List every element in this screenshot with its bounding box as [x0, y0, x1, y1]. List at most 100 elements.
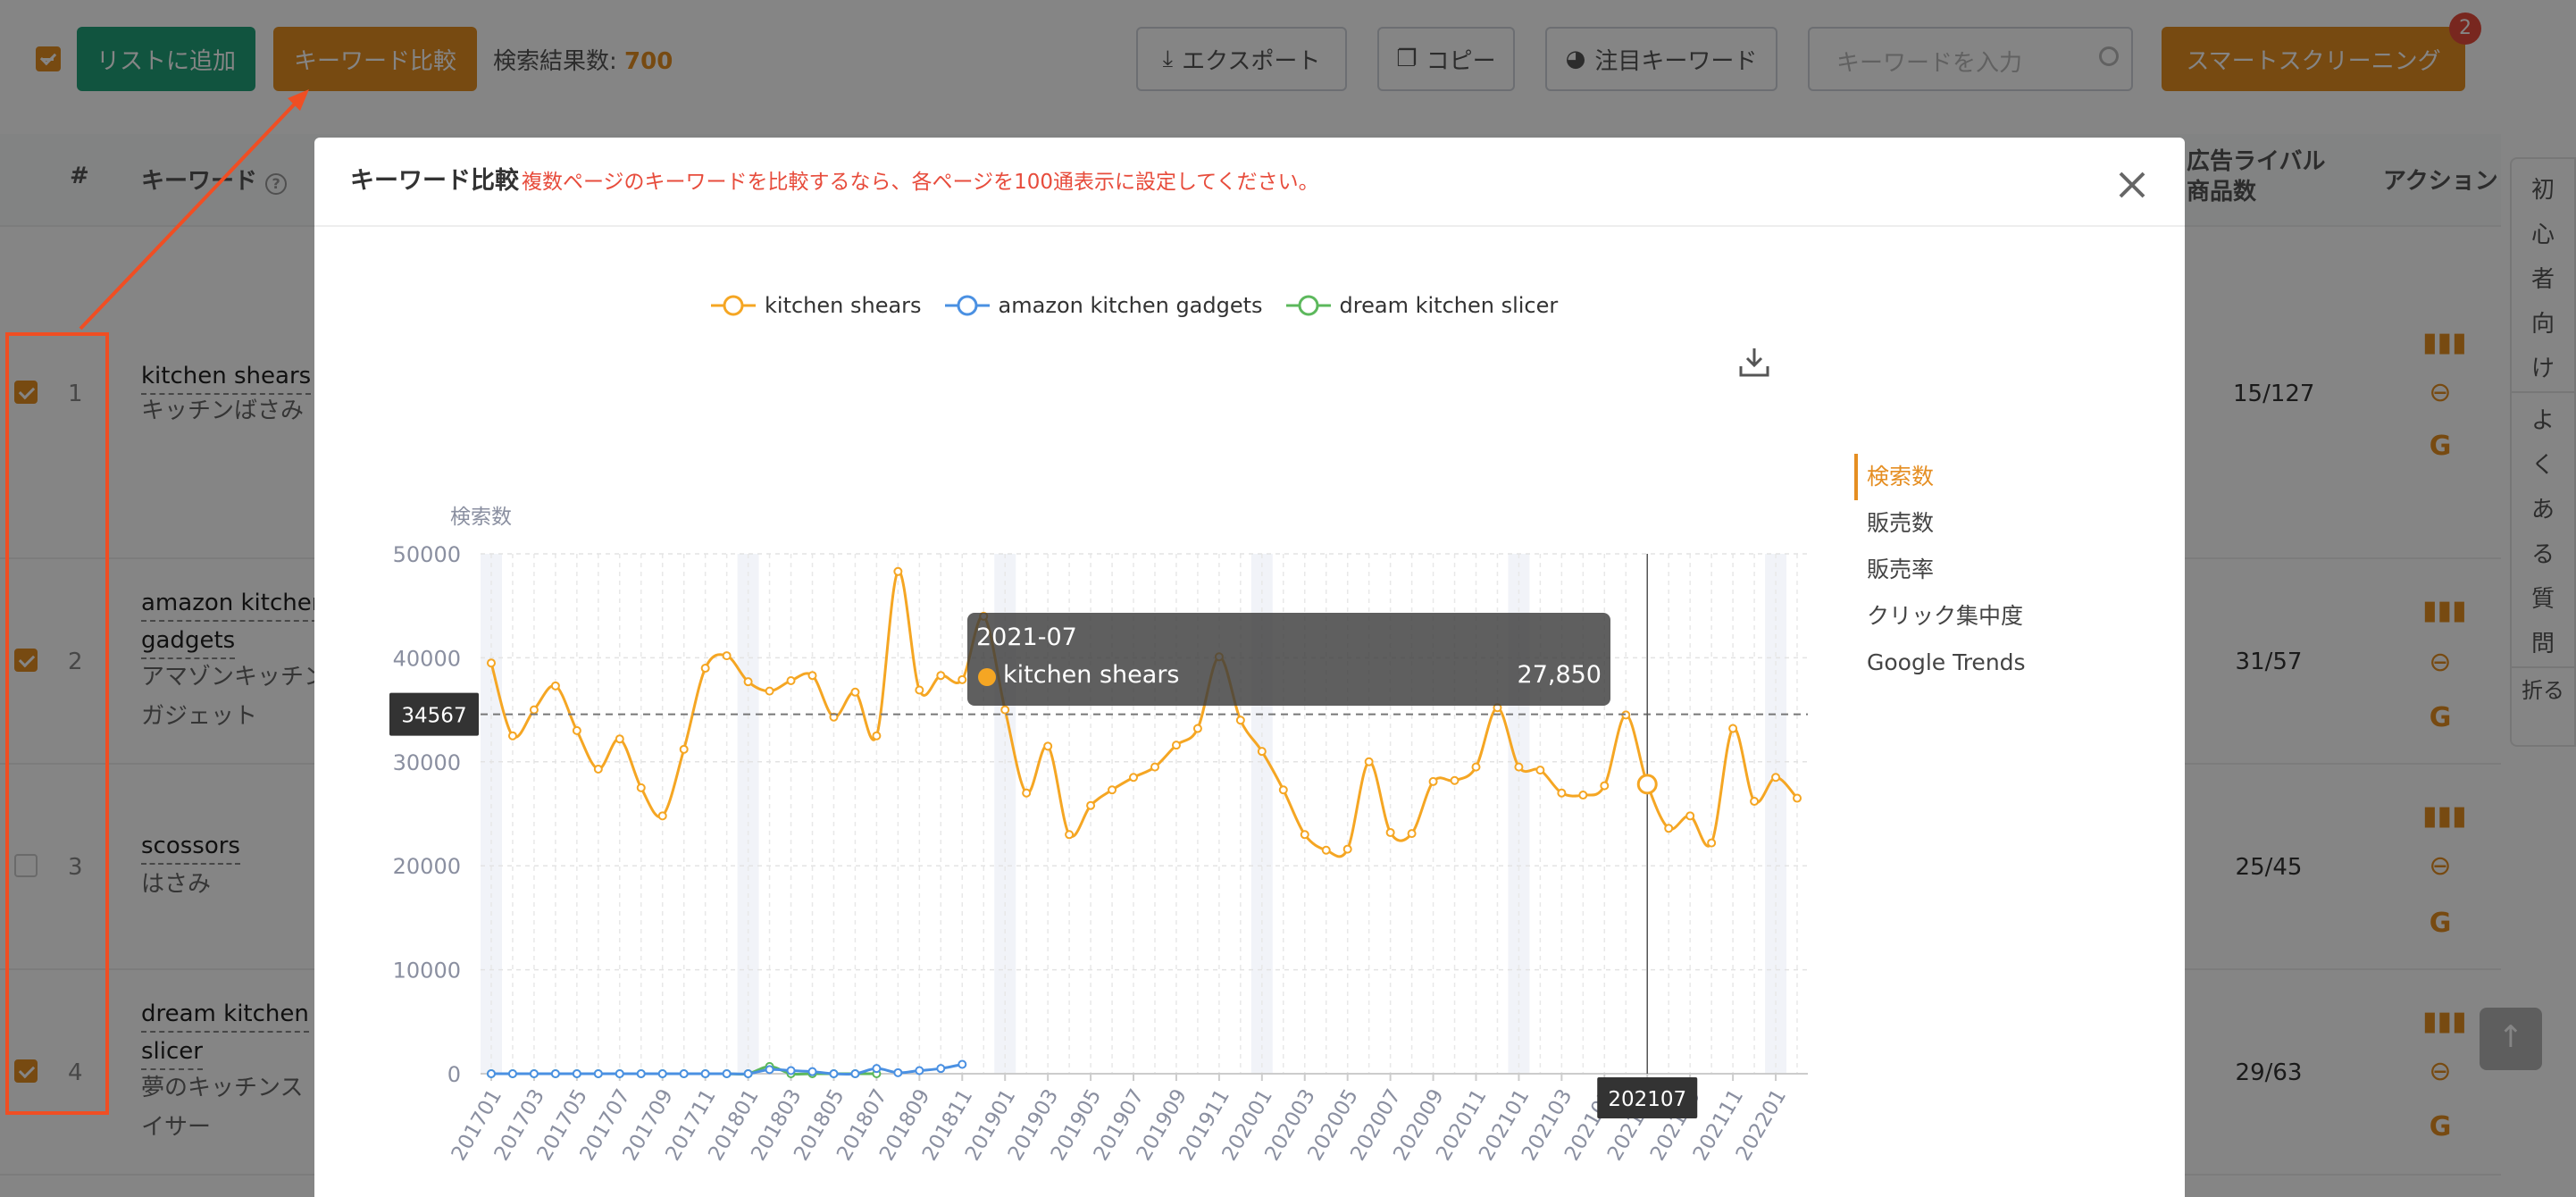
y-tick-label: 0 — [447, 1062, 461, 1087]
data-point-kitchen-shears — [1514, 762, 1524, 772]
legend-item-kitchen-shears[interactable]: kitchen shears — [711, 293, 922, 318]
data-point-amazon-kitchen-gadgets — [700, 1069, 710, 1078]
data-point-kitchen-shears — [486, 658, 496, 668]
y-tick-label: 20000 — [393, 854, 461, 879]
data-point-amazon-kitchen-gadgets — [657, 1069, 667, 1078]
data-point-kitchen-shears — [958, 674, 967, 684]
data-point-kitchen-shears — [765, 686, 774, 696]
data-point-kitchen-shears — [1535, 766, 1545, 775]
data-point-kitchen-shears — [1129, 773, 1139, 783]
data-point-kitchen-shears — [1257, 747, 1267, 757]
data-point-kitchen-shears — [636, 783, 646, 792]
data-point-kitchen-shears — [722, 651, 732, 661]
data-point-kitchen-shears — [1428, 776, 1438, 786]
data-point-kitchen-shears — [1664, 824, 1674, 833]
data-point-kitchen-shears — [1385, 827, 1395, 837]
data-point-kitchen-shears — [915, 685, 924, 695]
data-point-amazon-kitchen-gadgets — [850, 1069, 860, 1078]
data-point-amazon-kitchen-gadgets — [615, 1069, 624, 1078]
data-point-kitchen-shears — [872, 731, 882, 741]
data-point-amazon-kitchen-gadgets — [593, 1069, 603, 1078]
data-point-kitchen-shears — [507, 731, 517, 741]
data-point-kitchen-shears — [1086, 800, 1096, 810]
legend-label: kitchen shears — [765, 293, 922, 318]
annotation-arrow — [79, 89, 309, 331]
data-point-kitchen-shears — [572, 725, 581, 735]
legend-item-amazon-kitchen-gadgets[interactable]: amazon kitchen gadgets — [944, 293, 1263, 318]
data-point-amazon-kitchen-gadgets — [572, 1069, 581, 1078]
close-icon[interactable] — [2115, 168, 2149, 202]
crosshair-y-label: 34567 — [401, 705, 466, 728]
data-point-kitchen-shears — [850, 687, 860, 697]
data-point-kitchen-shears — [1278, 785, 1288, 795]
data-point-amazon-kitchen-gadgets — [529, 1069, 539, 1078]
data-point-kitchen-shears — [1557, 788, 1567, 798]
data-point-amazon-kitchen-gadgets — [807, 1067, 817, 1076]
data-point-kitchen-shears — [1771, 773, 1781, 783]
search-volume-chart[interactable]: 01000020000300004000050000検索数20170120170… — [314, 343, 1833, 1197]
data-point-kitchen-shears — [593, 764, 603, 774]
data-point-kitchen-shears — [529, 705, 539, 715]
highlighted-data-point — [1636, 774, 1658, 795]
data-point-kitchen-shears — [807, 671, 817, 681]
data-point-kitchen-shears — [1043, 741, 1053, 751]
data-point-amazon-kitchen-gadgets — [722, 1069, 732, 1078]
data-point-amazon-kitchen-gadgets — [679, 1069, 689, 1078]
data-point-kitchen-shears — [550, 681, 560, 691]
data-point-amazon-kitchen-gadgets — [550, 1069, 560, 1078]
y-axis-title: 検索数 — [450, 506, 512, 529]
dialog-title: キーワード比較 — [350, 167, 519, 195]
highlight-box — [5, 332, 109, 1115]
data-point-amazon-kitchen-gadgets — [872, 1064, 882, 1074]
data-point-amazon-kitchen-gadgets — [936, 1064, 946, 1074]
data-point-kitchen-shears — [1000, 705, 1010, 715]
legend-label: amazon kitchen gadgets — [998, 293, 1263, 318]
metric-tab-sales-volume[interactable]: 販売数 — [1854, 500, 2026, 547]
y-tick-label: 30000 — [393, 750, 461, 775]
data-point-kitchen-shears — [743, 677, 753, 687]
data-point-amazon-kitchen-gadgets — [915, 1066, 924, 1076]
data-point-kitchen-shears — [893, 566, 903, 576]
data-point-kitchen-shears — [1793, 793, 1802, 803]
data-point-kitchen-shears — [1471, 762, 1481, 772]
chart-legend: kitchen shears amazon kitchen gadgets dr… — [711, 288, 1558, 323]
data-point-amazon-kitchen-gadgets — [486, 1069, 496, 1078]
data-point-kitchen-shears — [1750, 797, 1760, 807]
data-point-kitchen-shears — [1707, 838, 1717, 848]
dialog-notice: 複数ページのキーワードを比較するなら、各ページを100通表示に設定してください。 — [522, 171, 1319, 194]
legend-item-dream-kitchen-slicer[interactable]: dream kitchen slicer — [1285, 293, 1559, 318]
dialog-header: キーワード比較 複数ページのキーワードを比較するなら、各ページを100通表示に設… — [314, 138, 2185, 227]
data-point-amazon-kitchen-gadgets — [958, 1059, 967, 1069]
data-point-kitchen-shears — [700, 664, 710, 674]
data-point-amazon-kitchen-gadgets — [765, 1065, 774, 1075]
legend-marker — [944, 295, 990, 316]
metric-tab-google-trends[interactable]: Google Trends — [1854, 640, 2026, 686]
legend-label: dream kitchen slicer — [1339, 293, 1559, 318]
tooltip-series-name: kitchen shears — [1003, 661, 1180, 689]
chart-tooltip: 2021-07 kitchen shears 27,850 — [967, 613, 1610, 706]
y-tick-label: 10000 — [393, 958, 461, 984]
metric-tab-click-concentration[interactable]: クリック集中度 — [1854, 593, 2026, 640]
data-point-kitchen-shears — [1728, 724, 1738, 733]
metric-tab-search-volume[interactable]: 検索数 — [1854, 454, 2026, 500]
data-point-kitchen-shears — [1065, 830, 1075, 840]
metric-tab-sales-rate[interactable]: 販売率 — [1854, 547, 2026, 593]
data-point-kitchen-shears — [657, 811, 667, 821]
legend-marker — [711, 295, 756, 316]
tooltip-series-value: 27,850 — [1517, 661, 1602, 689]
crosshair-x-label: 202107 — [1608, 1088, 1686, 1111]
data-point-kitchen-shears — [1022, 788, 1032, 798]
data-point-kitchen-shears — [1108, 785, 1117, 795]
y-tick-label: 50000 — [393, 542, 461, 567]
data-point-amazon-kitchen-gadgets — [893, 1067, 903, 1077]
data-point-amazon-kitchen-gadgets — [743, 1069, 753, 1078]
data-point-kitchen-shears — [1600, 781, 1610, 791]
data-point-kitchen-shears — [1342, 844, 1352, 854]
data-point-amazon-kitchen-gadgets — [786, 1066, 796, 1076]
data-point-kitchen-shears — [1321, 845, 1331, 855]
y-tick-label: 40000 — [393, 646, 461, 671]
data-point-kitchen-shears — [786, 676, 796, 686]
tooltip-title: 2021-07 — [976, 624, 1077, 651]
data-point-kitchen-shears — [1192, 724, 1202, 733]
data-point-kitchen-shears — [1364, 757, 1374, 766]
